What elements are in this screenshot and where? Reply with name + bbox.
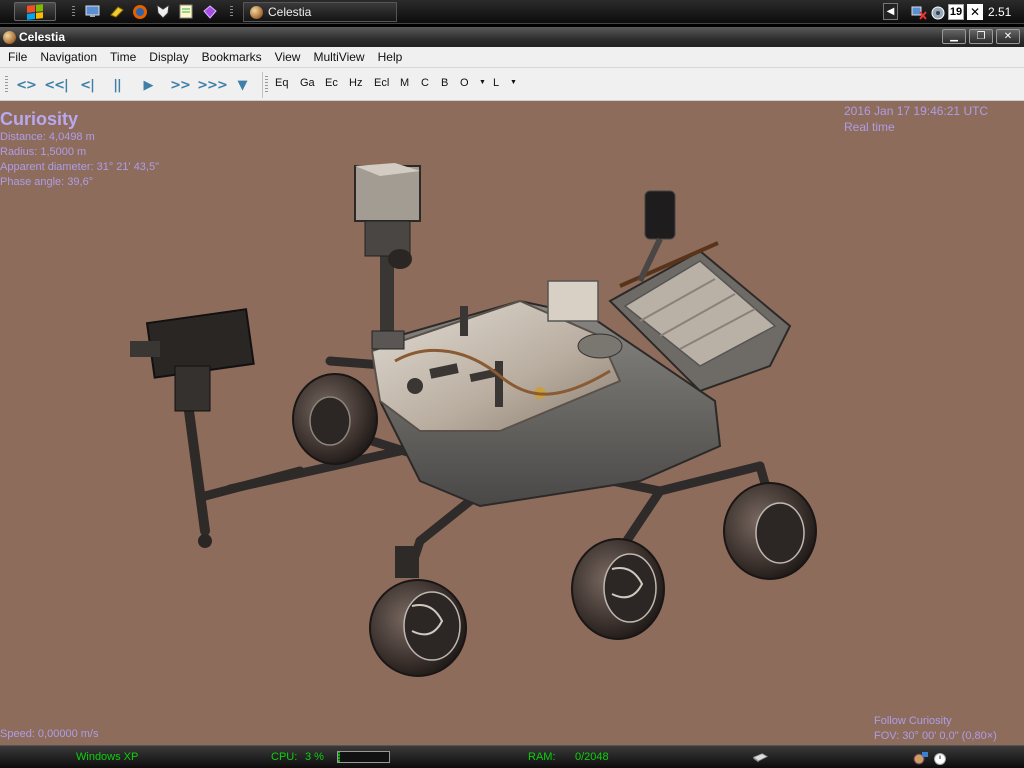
close-button[interactable]: ✕ xyxy=(996,29,1020,44)
reverse-time-button[interactable]: <> xyxy=(14,75,38,95)
toggle-boundaries[interactable]: B xyxy=(441,77,448,89)
render-toolbar-grip[interactable] xyxy=(265,76,268,94)
toggle-markers[interactable]: M xyxy=(400,77,409,89)
hud-apparent-diameter: Apparent diameter: 31° 21' 43,5" xyxy=(0,161,160,173)
taskbar-clock[interactable]: 2.51 xyxy=(988,5,1011,19)
gear-icon[interactable] xyxy=(913,750,929,766)
system-status-bar: Windows XP CPU: 3 % RAM: 0/2048 xyxy=(0,745,1024,768)
toggle-orbits[interactable]: O xyxy=(460,77,469,89)
quicklaunch-grip[interactable] xyxy=(72,6,75,18)
menu-time[interactable]: Time xyxy=(103,50,142,64)
menu-multiview[interactable]: MultiView xyxy=(306,50,370,64)
toggle-labels[interactable]: L xyxy=(493,77,499,89)
hud-object-name: Curiosity xyxy=(0,109,79,129)
hud-object-info: Distance: 4,0498 m Radius: 1,5000 m Appa… xyxy=(0,130,159,190)
hud-fov: FOV: 30° 00' 0,0" (0,80×) xyxy=(874,730,997,742)
menu-display[interactable]: Display xyxy=(142,50,194,64)
window-title: Celestia xyxy=(19,30,66,44)
cpu-label: CPU: xyxy=(271,751,298,763)
menu-file[interactable]: File xyxy=(1,50,33,64)
tray-expand-icon[interactable]: ◀ xyxy=(883,3,898,20)
menu-view[interactable]: View xyxy=(268,50,307,64)
calendar-icon[interactable]: 19 xyxy=(948,4,964,20)
play-button[interactable]: ▶ xyxy=(137,75,159,95)
eraser-icon[interactable] xyxy=(108,3,125,20)
volume-icon[interactable] xyxy=(930,4,946,20)
hud-distance: Distance: 4,0498 m xyxy=(0,131,95,143)
menu-navigation[interactable]: Navigation xyxy=(33,50,103,64)
windows-logo-icon xyxy=(27,3,43,20)
hud-speed: Speed: 0,00000 m/s xyxy=(0,728,99,740)
menu-help[interactable]: Help xyxy=(371,50,409,64)
stopwatch-icon[interactable] xyxy=(932,750,948,766)
menu-bookmarks[interactable]: Bookmarks xyxy=(195,50,268,64)
os-label: Windows XP xyxy=(76,751,139,763)
hud-time-mode: Real time xyxy=(844,120,895,134)
3d-viewport[interactable]: Curiosity Distance: 4,0498 m Radius: 1,5… xyxy=(0,101,1024,745)
close-tray-icon[interactable]: ✕ xyxy=(967,4,983,20)
labels-dropdown-icon[interactable]: ▼ xyxy=(510,79,517,86)
hud-phase-angle: Phase angle: 39,6° xyxy=(0,176,94,188)
orbits-dropdown-icon[interactable]: ▼ xyxy=(479,79,486,86)
toggle-ecliptic-grid[interactable]: Ec xyxy=(325,77,338,89)
tasks-grip[interactable] xyxy=(230,6,233,18)
drive-icon[interactable] xyxy=(752,750,768,766)
taskbar: Celestia ◀ 19 ✕ 2.51 xyxy=(0,0,1024,24)
network-icon[interactable] xyxy=(911,4,927,20)
cpu-value: 3 % xyxy=(305,751,324,763)
start-button[interactable] xyxy=(14,2,56,21)
cpu-meter xyxy=(337,751,390,763)
foxit-icon[interactable] xyxy=(154,3,171,20)
ram-label: RAM: xyxy=(528,751,556,763)
ram-value: 0/2048 xyxy=(575,751,609,763)
menu-bar: File Navigation Time Display Bookmarks V… xyxy=(0,47,1024,68)
pause-button[interactable]: || xyxy=(106,75,128,95)
toolbar-separator xyxy=(262,72,263,98)
much-faster-button[interactable]: >>> xyxy=(197,75,228,95)
celestia-app-icon xyxy=(250,5,263,19)
celestia-window-icon[interactable] xyxy=(3,30,16,44)
desktop-icon[interactable] xyxy=(84,3,101,20)
slower-reverse-button[interactable]: <| xyxy=(76,75,98,95)
toggle-constellations[interactable]: C xyxy=(421,77,429,89)
cpu-meter-fill xyxy=(338,752,340,762)
toggle-horizon-grid[interactable]: Hz xyxy=(349,77,362,89)
toggle-galactic-grid[interactable]: Ga xyxy=(300,77,315,89)
curiosity-rover-model[interactable] xyxy=(0,101,1024,745)
window-titlebar[interactable]: Celestia ▁ ❐ ✕ xyxy=(0,27,1024,47)
faster-reverse-button[interactable]: <<| xyxy=(42,75,70,95)
faster-button[interactable]: >> xyxy=(167,75,193,95)
hud-radius: Radius: 1,5000 m xyxy=(0,146,87,158)
funnel-icon[interactable]: ▼ xyxy=(231,75,253,95)
minimize-button[interactable]: ▁ xyxy=(942,29,966,44)
hud-datetime: 2016 Jan 17 19:46:21 UTC xyxy=(844,104,989,118)
maximize-button[interactable]: ❐ xyxy=(969,29,993,44)
firefox-icon[interactable] xyxy=(131,3,148,20)
toolbar: <> <<| <| || ▶ >> >>> ▼ Eq Ga Ec Hz Ecl … xyxy=(0,68,1024,101)
hud-follow: Follow Curiosity xyxy=(874,715,952,727)
time-toolbar-grip[interactable] xyxy=(5,76,8,94)
toggle-equatorial-grid[interactable]: Eq xyxy=(275,77,288,89)
task-button-celestia[interactable]: Celestia xyxy=(243,2,397,22)
task-button-label: Celestia xyxy=(268,5,312,19)
toggle-ecliptic-line[interactable]: Ecl xyxy=(374,77,389,89)
notepad-icon[interactable] xyxy=(177,3,194,20)
gem-icon[interactable] xyxy=(201,3,218,20)
